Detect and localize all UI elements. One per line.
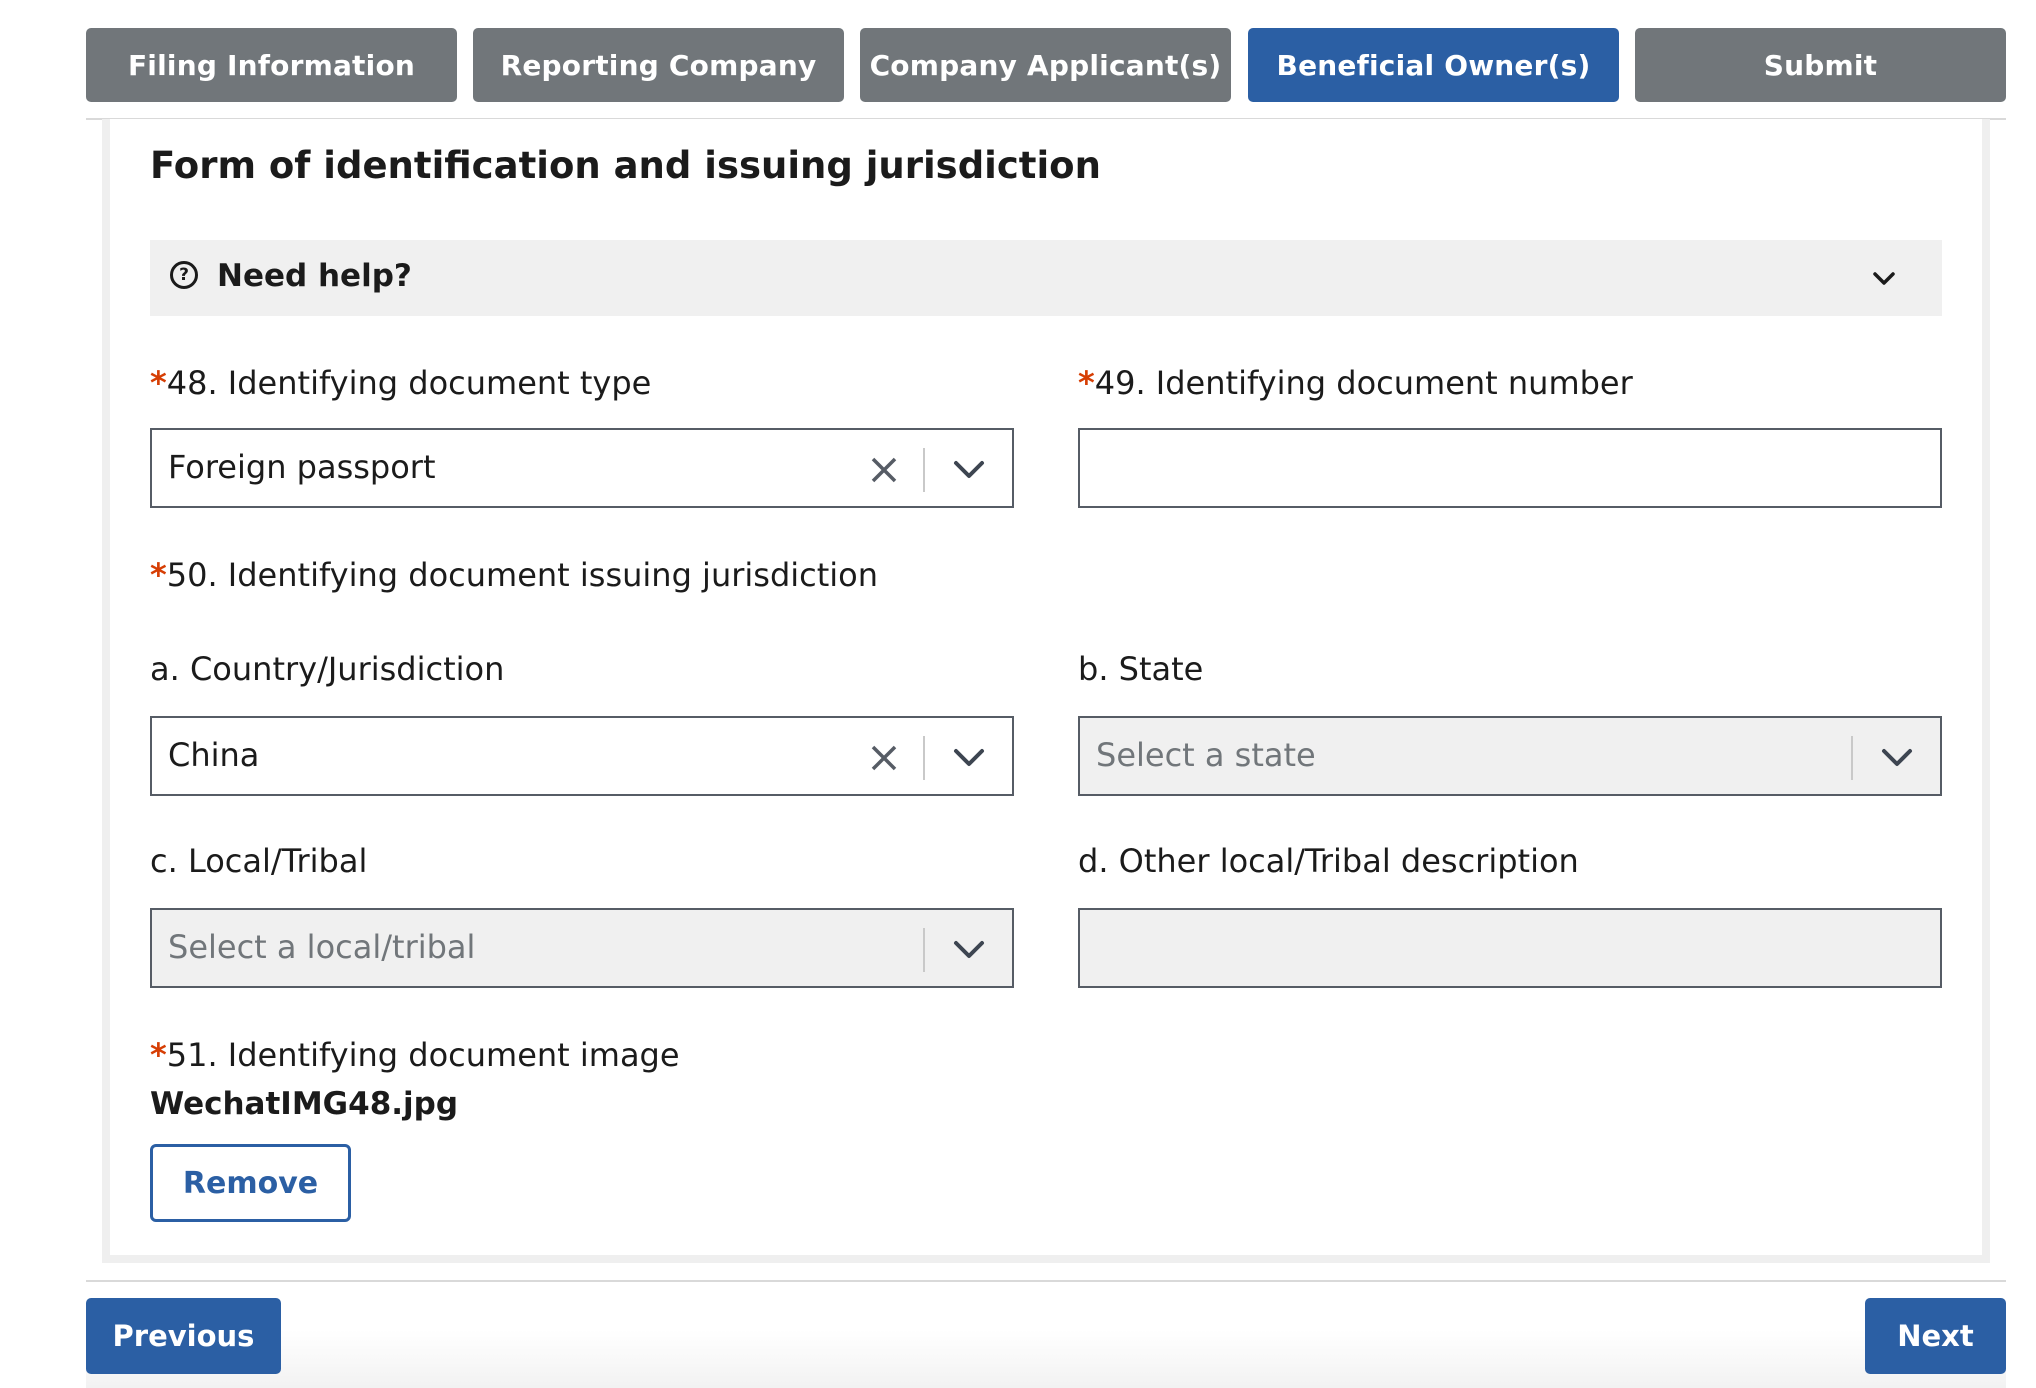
required-marker: *: [150, 364, 167, 402]
country-select[interactable]: China: [150, 716, 1014, 796]
clear-icon[interactable]: [868, 742, 900, 774]
state-label: b. State: [1078, 650, 1204, 688]
tab-beneficial-owners[interactable]: Beneficial Owner(s): [1248, 28, 1619, 102]
state-select[interactable]: Select a state: [1078, 716, 1942, 796]
need-help-accordion[interactable]: ? Need help?: [150, 240, 1942, 316]
doc-image-label: *51. Identifying document image: [150, 1036, 680, 1074]
section-title: Form of identification and issuing juris…: [150, 144, 1101, 187]
question-circle-icon: ?: [170, 261, 198, 289]
doc-number-label: *49. Identifying document number: [1078, 364, 1633, 402]
required-marker: *: [150, 1036, 167, 1074]
state-placeholder: Select a state: [1096, 736, 1316, 774]
remove-button[interactable]: Remove: [150, 1144, 351, 1222]
chevron-down-icon[interactable]: [952, 457, 986, 483]
select-separator: [923, 736, 925, 780]
footer-shade: [86, 1330, 2006, 1388]
select-separator: [923, 928, 925, 972]
jurisdiction-heading: *50. Identifying document issuing jurisd…: [150, 556, 879, 594]
local-tribal-placeholder: Select a local/tribal: [168, 928, 476, 966]
select-separator: [923, 448, 925, 492]
required-marker: *: [150, 556, 167, 594]
chevron-down-icon[interactable]: [952, 745, 986, 771]
doc-number-input[interactable]: [1078, 428, 1942, 508]
tab-submit[interactable]: Submit: [1635, 28, 2006, 102]
doc-type-label: *48. Identifying document type: [150, 364, 652, 402]
uploaded-filename: WechatIMG48.jpg: [150, 1086, 459, 1122]
country-value: China: [168, 736, 260, 774]
need-help-label: Need help?: [217, 258, 412, 294]
next-button[interactable]: Next: [1865, 1298, 2006, 1374]
local-tribal-select[interactable]: Select a local/tribal: [150, 908, 1014, 988]
doc-type-value: Foreign passport: [168, 448, 436, 486]
tab-reporting-company[interactable]: Reporting Company: [473, 28, 844, 102]
other-local-input[interactable]: [1078, 908, 1942, 988]
chevron-down-icon[interactable]: [1880, 745, 1914, 771]
chevron-down-icon: [1873, 272, 1895, 285]
clear-icon[interactable]: [868, 454, 900, 486]
tab-filing-information[interactable]: Filing Information: [86, 28, 457, 102]
other-local-label: d. Other local/Tribal description: [1078, 842, 1579, 880]
tab-company-applicants[interactable]: Company Applicant(s): [860, 28, 1231, 102]
country-label: a. Country/Jurisdiction: [150, 650, 505, 688]
previous-button[interactable]: Previous: [86, 1298, 281, 1374]
chevron-down-icon[interactable]: [952, 937, 986, 963]
select-separator: [1851, 736, 1853, 780]
step-tabs: Filing Information Reporting Company Com…: [86, 28, 2006, 102]
doc-type-select[interactable]: Foreign passport: [150, 428, 1014, 508]
local-tribal-label: c. Local/Tribal: [150, 842, 368, 880]
footer-divider: [86, 1280, 2006, 1282]
required-marker: *: [1078, 364, 1095, 402]
